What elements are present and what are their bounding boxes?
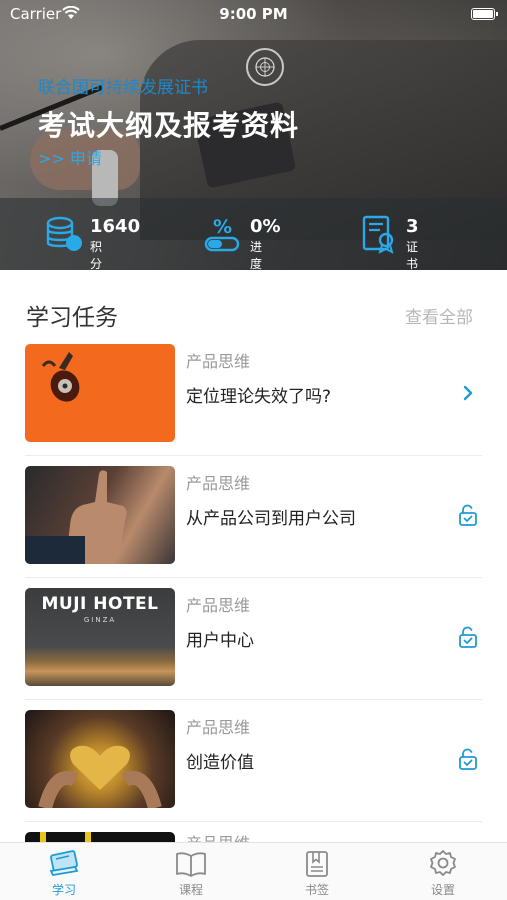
progress-value: 0% [250,216,281,237]
thumbs-up-image [25,470,127,564]
learning-tasks-header: 学习任务 查看全部 [0,290,507,336]
tab-courses[interactable]: 课程 [151,849,231,898]
un-emblem-icon [246,48,284,86]
percent-toggle-icon: % [204,216,240,252]
progress-label: 进度 [250,240,263,271]
task-thumbnail [25,466,175,564]
divider [25,455,482,456]
book-stack-icon [49,850,79,876]
divider [25,821,482,822]
battery-icon [471,8,498,20]
view-all-button[interactable]: 查看全部 [405,303,473,328]
tab-bookmarks[interactable]: 书签 [277,849,357,898]
tab-label: 设置 [430,883,455,897]
hero-subtitle: 联合国可持续发展证书 [38,78,208,98]
svg-text:%: % [213,216,232,238]
megaphone-image [41,352,80,402]
divider [25,699,482,700]
task-category: 产品思维 [186,596,251,615]
tab-study[interactable]: 学习 [24,849,104,898]
clock: 9:00 PM [219,5,288,23]
points-value: 1640 [90,216,141,237]
hero-title: 考试大纲及报考资料 [38,109,300,142]
task-category-partial: 产品思维 [186,830,250,842]
task-thumbnail: MUJI HOTEL GINZA [25,588,175,686]
task-title: 定位理论失效了吗? [186,387,332,407]
chevron-right-icon[interactable] [457,382,479,404]
certificates-label: 证书 [406,240,419,271]
unlock-icon[interactable] [457,626,479,648]
task-category: 产品思维 [186,352,251,371]
task-title: 用户中心 [186,631,254,651]
divider [25,577,482,578]
task-title: 从产品公司到用户公司 [186,509,356,529]
open-book-icon [176,852,206,877]
list-item[interactable]: 产品思维 从产品公司到用户公司 [0,464,507,586]
tab-label: 学习 [51,883,76,897]
task-category: 产品思维 [186,718,251,737]
task-thumbnail-partial [25,832,175,842]
task-thumbnail [25,344,175,442]
points-label: 积分 [90,240,103,271]
golden-heart-image [38,745,162,808]
task-thumbnail [25,710,175,808]
gear-icon [430,850,456,876]
tab-label: 课程 [178,883,203,897]
tab-label: 书签 [304,883,329,897]
tab-settings[interactable]: 设置 [403,849,483,898]
certificate-icon [362,215,394,254]
list-item[interactable]: 产品思维 创造价值 [0,708,507,830]
list-item[interactable]: 产品思维 定位理论失效了吗? [0,342,507,464]
task-category: 产品思维 [186,474,251,493]
apply-link[interactable]: >> 申请 [38,145,102,169]
unlock-icon[interactable] [457,504,479,526]
task-list: 产品思维 定位理论失效了吗? 产品思维 从产品公司到用户公司 MUJI HOTE… [0,342,507,830]
unlock-icon[interactable] [457,748,479,770]
certificates-value: 3 [406,216,419,237]
tab-bar: 学习 课程 书签 设置 [0,842,507,900]
section-title: 学习任务 [26,305,118,331]
status-bar: Carrier 9:00 PM [0,0,507,28]
database-icon [46,216,82,251]
thumb-hotel-sub: GINZA [83,616,117,624]
thumb-hotel-sign: MUJI HOTEL [41,594,159,614]
bookmark-icon [306,851,328,877]
list-item[interactable]: MUJI HOTEL GINZA 产品思维 用户中心 [0,586,507,708]
task-title: 创造价值 [186,753,254,773]
